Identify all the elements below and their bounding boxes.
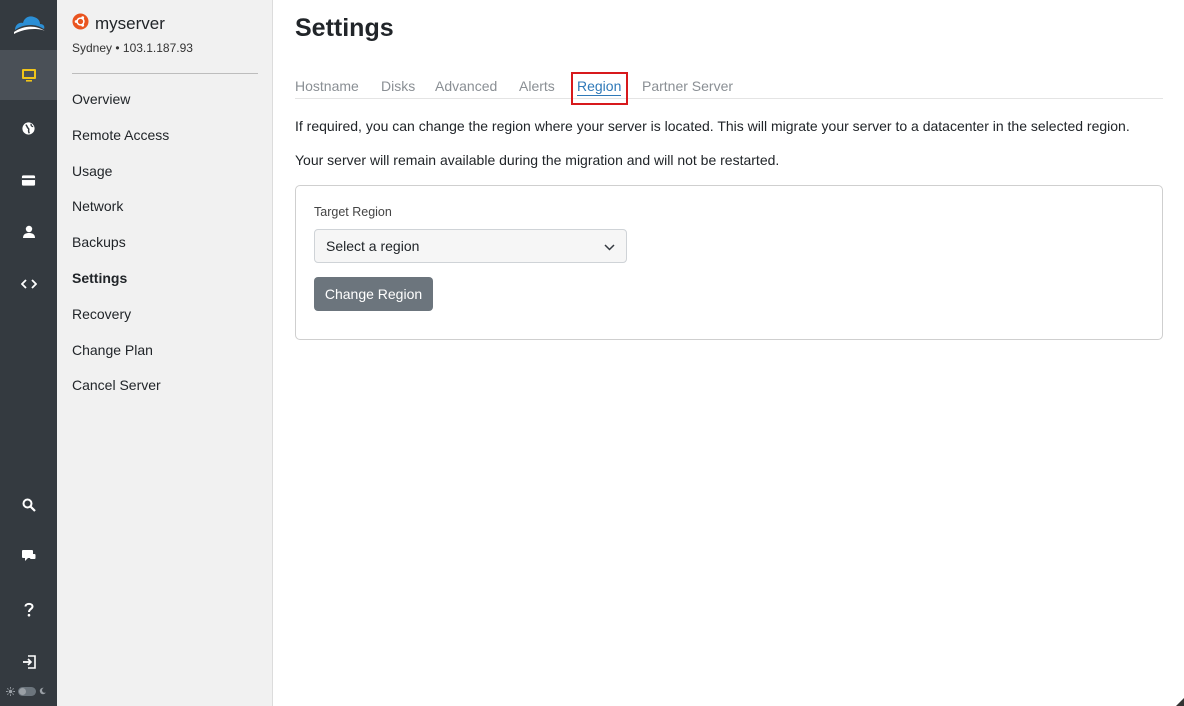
tab-region[interactable]: Region [577,72,622,99]
sidebar-item-network[interactable]: Network [72,189,262,225]
network-nav-button[interactable] [0,103,57,153]
sidebar-item-settings[interactable]: Settings [72,261,262,297]
sidebar-item-change-plan[interactable]: Change Plan [72,333,262,369]
server-header: myserver Sydney • 103.1.187.93 [72,12,258,55]
sidebar-item-remote-access[interactable]: Remote Access [72,118,262,154]
sidebar-divider [72,73,258,74]
credit-card-icon [21,174,36,187]
logout-button[interactable] [0,637,57,687]
ubuntu-icon [72,13,89,35]
tab-partner-server[interactable]: Partner Server [642,72,733,99]
server-menu: Overview Remote Access Usage Network Bac… [72,82,262,404]
search-button[interactable] [0,480,57,530]
servers-nav-button[interactable] [0,50,57,100]
billing-nav-button[interactable] [0,155,57,205]
sun-icon [6,686,15,696]
change-region-button[interactable]: Change Region [314,277,433,311]
page-title: Settings [295,14,394,42]
sidebar-item-cancel-server[interactable]: Cancel Server [72,368,262,404]
sidebar-item-overview[interactable]: Overview [72,82,262,118]
account-nav-button[interactable] [0,207,57,257]
help-icon [24,602,34,617]
tab-alerts[interactable]: Alerts [519,72,555,99]
server-name: myserver [95,14,165,33]
theme-toggle[interactable] [6,684,52,698]
code-icon [20,278,37,290]
region-description: If required, you can change the region w… [295,118,1130,134]
resize-corner [1176,698,1184,706]
sidebar-item-backups[interactable]: Backups [72,225,262,261]
tab-advanced[interactable]: Advanced [435,72,497,99]
tab-disks[interactable]: Disks [381,72,415,99]
globe-icon [21,121,36,136]
user-icon [22,225,36,239]
chevron-down-icon [604,238,615,254]
server-location-ip: Sydney • 103.1.187.93 [72,41,193,55]
api-nav-button[interactable] [0,259,57,309]
server-sidebar: myserver Sydney • 103.1.187.93 Overview … [57,0,273,706]
tab-hostname[interactable]: Hostname [295,72,359,99]
migration-note: Your server will remain available during… [295,152,780,168]
sidebar-item-usage[interactable]: Usage [72,154,262,190]
search-icon [22,498,36,512]
theme-switch[interactable] [18,686,36,696]
cloud-logo-icon[interactable] [0,0,57,50]
region-select-value: Select a region [326,238,420,254]
target-region-label: Target Region [314,205,392,219]
support-chat-button[interactable] [0,531,57,581]
monitor-icon [21,67,37,83]
help-button[interactable] [0,584,57,634]
settings-tabs: Hostname Disks Advanced Alerts Region Pa… [295,72,1163,99]
sidebar-item-recovery[interactable]: Recovery [72,297,262,333]
region-select[interactable]: Select a region [314,229,627,263]
icon-rail [0,0,57,706]
chat-icon [21,549,36,563]
region-card: Target Region Select a region Change Reg… [295,185,1163,340]
moon-icon [39,687,47,695]
logout-icon [22,655,36,669]
